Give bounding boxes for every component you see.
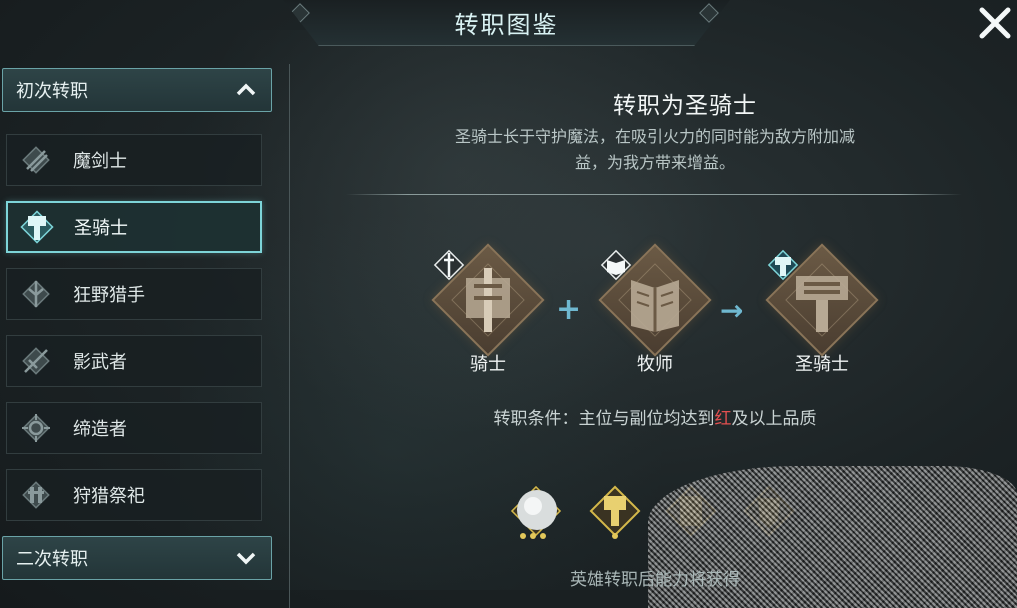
hammer-badge-icon bbox=[767, 249, 799, 281]
close-icon bbox=[979, 7, 1011, 39]
footer-note: 英雄转职后能力将获得 bbox=[570, 570, 740, 590]
transfer-condition: 转职条件：主位与副位均达到红及以上品质 bbox=[420, 404, 890, 429]
sword-badge-icon bbox=[433, 249, 465, 281]
shadow-warrior-icon bbox=[17, 342, 55, 380]
class-label: 骑士 bbox=[470, 354, 506, 375]
divider bbox=[346, 194, 962, 195]
job-item-wild-hunter[interactable]: 狂野猎手 bbox=[6, 268, 262, 320]
hammer-icon bbox=[796, 276, 848, 332]
hammer-icon bbox=[18, 208, 56, 246]
description-line: 圣骑士长于守护魔法，在吸引火力的同时能为敌方附加减 bbox=[454, 127, 855, 146]
category-second-transfer[interactable]: 二次转职 bbox=[2, 536, 272, 580]
priest-icon bbox=[631, 280, 679, 332]
class-node-priest[interactable]: 牧师 bbox=[595, 243, 715, 380]
wild-hunter-icon bbox=[17, 275, 55, 313]
hammer-badge-icon[interactable] bbox=[584, 480, 646, 542]
class-label: 圣骑士 bbox=[795, 354, 849, 375]
class-node-knight[interactable]: 骑士 bbox=[428, 243, 548, 380]
chevron-up-icon bbox=[235, 81, 257, 103]
title-ornament-right-icon bbox=[699, 3, 719, 23]
magic-sword-icon bbox=[17, 141, 55, 179]
description-line: 益，为我方带来增益。 bbox=[574, 153, 735, 172]
category-label: 二次转职 bbox=[16, 549, 88, 570]
book-badge-icon bbox=[600, 249, 632, 281]
class-description: 圣骑士长于守护魔法，在吸引火力的同时能为敌方附加减 益，为我方带来增益。 bbox=[390, 124, 920, 176]
sidebar: 初次转职 魔剑士 圣骑士 狂野猎手 影武者 缔造者 狩猎祭祀 二次转职 bbox=[0, 64, 290, 608]
orb-icon[interactable] bbox=[505, 480, 567, 542]
job-label: 狩猎祭祀 bbox=[73, 486, 145, 507]
class-node-paladin[interactable]: 圣骑士 bbox=[762, 243, 882, 380]
title-ornament-left-icon bbox=[290, 3, 310, 23]
job-item-paladin[interactable]: 圣骑士 bbox=[6, 201, 262, 253]
job-item-shadow-warrior[interactable]: 影武者 bbox=[6, 335, 262, 387]
plus-icon: + bbox=[556, 292, 582, 327]
hunt-priest-icon bbox=[17, 476, 55, 514]
condition-highlight: 红 bbox=[714, 409, 732, 429]
job-item-magic-swordsman[interactable]: 魔剑士 bbox=[6, 134, 262, 186]
job-label: 影武者 bbox=[73, 352, 127, 373]
job-item-creator[interactable]: 缔造者 bbox=[6, 402, 262, 454]
title-bar: 转职图鉴 bbox=[283, 0, 730, 46]
condition-suffix: 及以上品质 bbox=[731, 409, 817, 429]
class-label: 牧师 bbox=[637, 354, 673, 375]
chevron-down-icon bbox=[235, 549, 257, 571]
condition-prefix: 转职条件：主位与副位均达到 bbox=[493, 409, 715, 429]
close-button[interactable] bbox=[973, 0, 1017, 46]
category-label: 初次转职 bbox=[16, 81, 88, 102]
knight-icon bbox=[466, 268, 510, 332]
category-first-transfer[interactable]: 初次转职 bbox=[2, 68, 272, 112]
creator-icon bbox=[17, 409, 55, 447]
job-item-hunt-priest[interactable]: 狩猎祭祀 bbox=[6, 469, 262, 521]
job-label: 狂野猎手 bbox=[73, 285, 145, 306]
page-title: 转职为圣骑士 bbox=[613, 93, 757, 119]
job-label: 圣骑士 bbox=[74, 218, 128, 239]
arrow-right-icon: → bbox=[720, 294, 744, 327]
window-title: 转职图鉴 bbox=[454, 11, 559, 39]
job-label: 魔剑士 bbox=[73, 151, 127, 172]
job-label: 缔造者 bbox=[73, 419, 127, 440]
